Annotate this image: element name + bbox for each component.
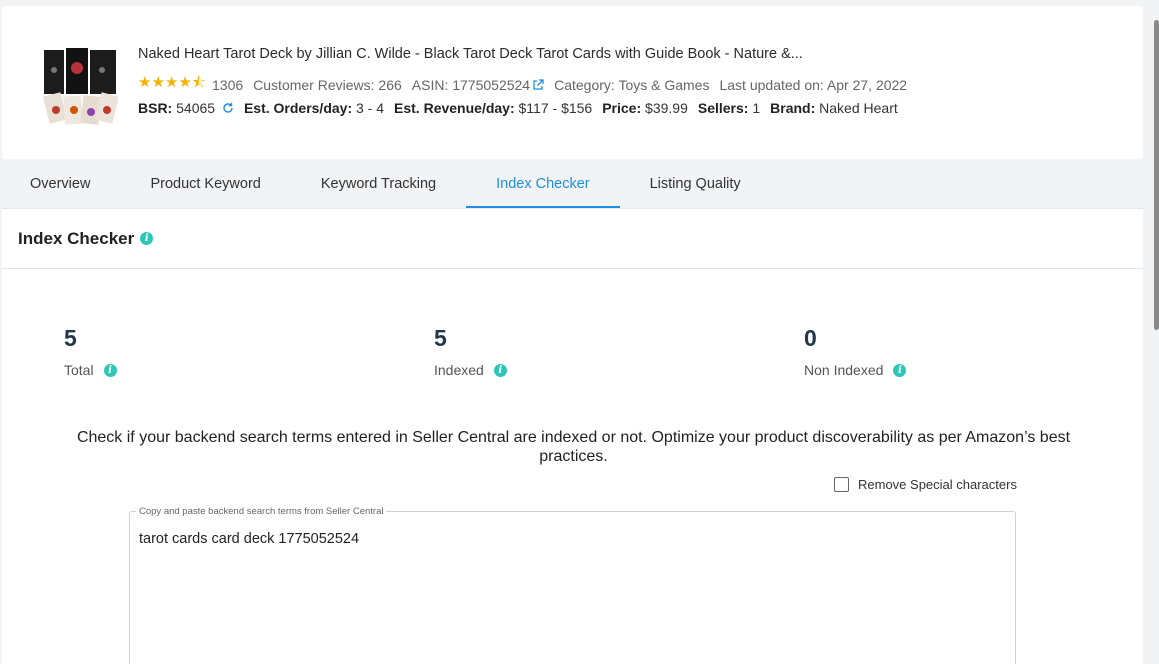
info-icon[interactable]: i [893,363,907,377]
rating-count: 1306 [212,76,244,93]
tab-index-checker[interactable]: Index Checker [466,160,620,208]
asin-text: ASIN: 1775052524 [411,76,531,93]
remove-special-characters-label: Remove Special characters [858,477,1017,492]
panel-header: Index Checker i [2,209,1143,269]
brand-item: Brand: Naked Heart [770,100,898,116]
search-terms-legend: Copy and paste backend search terms from… [136,506,387,517]
index-checker-panel: Index Checker i 5 Total i 5 Indexed i 0 … [2,208,1143,664]
tab-keyword-tracking[interactable]: Keyword Tracking [291,160,466,208]
customer-reviews: Customer Reviews: 266 [253,76,402,93]
brand-label: Brand: [770,100,816,116]
sellers-label: Sellers: [697,100,749,116]
tab-listing-quality[interactable]: Listing Quality [620,160,771,208]
bsr-label: BSR: [138,100,173,116]
last-updated-text: Last updated on: Apr 27, 2022 [719,76,908,93]
bsr-item: BSR: 54065 [138,100,234,116]
search-terms-value: tarot cards card deck 1775052524 [139,531,360,547]
info-icon[interactable]: i [140,232,154,245]
category-text: Category: Toys & Games [554,76,710,93]
stat-non-indexed-value: 0 [804,325,817,351]
rating-stars: ★★★★⯪ [138,74,206,91]
product-meta-row: ★★★★⯪ 1306 Customer Reviews: 266 ASIN: 1… [138,72,907,97]
panel-description: Check if your backend search terms enter… [76,429,1071,465]
stat-total: 5 Total i [64,325,117,378]
price-label: Price: [602,100,642,116]
sellers-item: Sellers: 1 [698,100,760,116]
tab-product-keyword[interactable]: Product Keyword [120,160,290,208]
stat-non-indexed: 0 Non Indexed i [804,325,907,378]
stat-total-label: Total [64,362,94,378]
stat-indexed-value: 5 [434,325,447,351]
remove-special-characters-option[interactable]: Remove Special characters [834,477,1017,492]
stat-indexed-label: Indexed [434,362,484,378]
page-scrollbar[interactable] [1154,20,1159,330]
product-card: Naked Heart Tarot Deck by Jillian C. Wil… [2,6,1143,159]
price-item: Price: $39.99 [602,100,688,116]
info-icon[interactable]: i [103,363,117,377]
refresh-icon[interactable] [222,102,234,114]
brand-value: Naked Heart [819,100,898,116]
orders-value: 3 - 4 [356,100,385,116]
revenue-value: $117 - $156 [518,100,593,116]
stat-indexed: 5 Indexed i [434,325,507,378]
remove-special-characters-checkbox[interactable] [834,477,849,492]
tab-bar: Overview Product Keyword Keyword Trackin… [0,160,1145,208]
stat-non-indexed-label: Non Indexed [804,362,884,378]
orders-label: Est. Orders/day: [243,100,353,116]
tab-overview[interactable]: Overview [0,160,120,208]
panel-title: Index Checker [18,228,135,248]
orders-item: Est. Orders/day: 3 - 4 [244,100,384,116]
bsr-value: 54065 [176,100,216,116]
revenue-item: Est. Revenue/day: $117 - $156 [394,100,592,116]
product-stats-row: BSR: 54065 Est. Orders/day: 3 - 4 Est. R… [138,100,908,116]
revenue-label: Est. Revenue/day: [394,100,515,116]
info-icon[interactable]: i [493,363,507,377]
external-link-icon[interactable] [532,78,544,91]
stat-total-value: 5 [64,325,77,351]
sellers-value: 1 [752,100,761,116]
price-value: $39.99 [645,100,688,116]
search-terms-textarea[interactable]: Copy and paste backend search terms from… [129,506,1016,664]
product-thumbnail [42,46,118,128]
product-title: Naked Heart Tarot Deck by Jillian C. Wil… [138,46,803,62]
